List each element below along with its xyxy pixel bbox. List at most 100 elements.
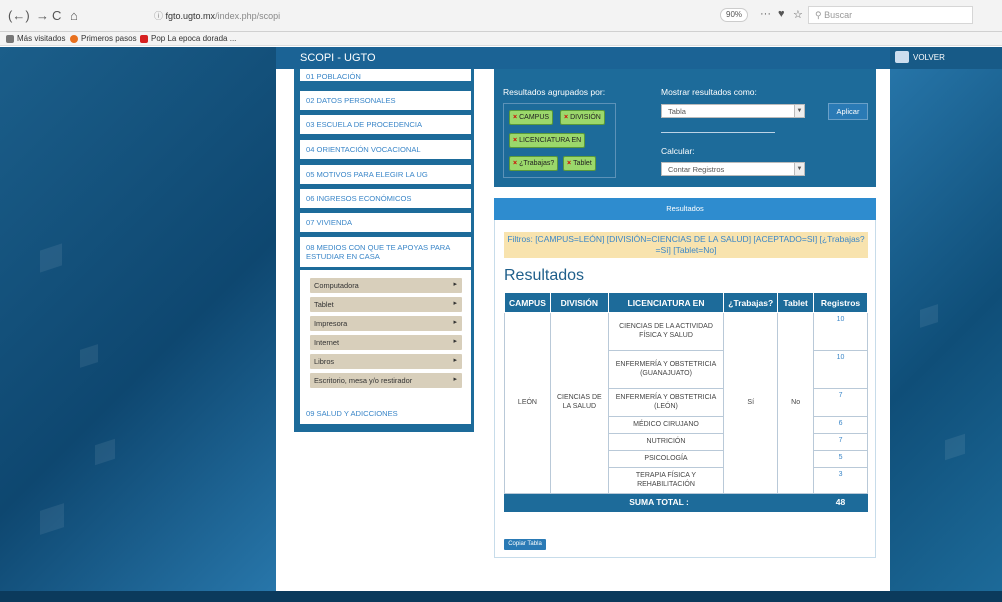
- divider: [661, 132, 775, 133]
- submenu-label: Internet: [314, 338, 340, 347]
- url-path: /index.php/scopi: [215, 11, 281, 21]
- licenciatura-cell: ENFERMERÍA Y OBSTETRICIA (LEÓN): [607, 388, 725, 417]
- total-row: SUMA TOTAL : 48: [503, 493, 868, 512]
- submenu-label: Impresora: [314, 319, 348, 328]
- chip-label: CAMPUS: [519, 114, 550, 121]
- licenciatura-cell: PSICOLOGÍA: [607, 450, 725, 468]
- filters-banner: Filtros: [CAMPUS=LEÓN] [DIVISIÓN=CIENCIA…: [504, 232, 868, 258]
- chip-licenciatura[interactable]: × LICENCIATURA EN: [509, 133, 586, 148]
- chevron-right-icon: ▸: [453, 319, 457, 326]
- total-label: SUMA TOTAL :: [503, 493, 815, 512]
- trabajas-cell: Sí: [723, 312, 779, 494]
- calculate-value: Contar Registros: [668, 165, 725, 174]
- licenciatura-cell: ENFERMERÍA Y OBSTETRICIA (GUANAJUATO): [607, 350, 725, 389]
- sidebar-item-medios[interactable]: 08 MEDIOS CON QUE TE APOYAS PARA ESTUDIA…: [300, 237, 471, 267]
- licenciatura-cell: CIENCIAS DE LA ACTIVIDAD FÍSICA Y SALUD: [607, 312, 725, 351]
- group-by-label: Resultados agrupados por:: [503, 87, 606, 97]
- site-info-icon[interactable]: ⓘ: [154, 11, 163, 21]
- registros-cell: 5: [813, 450, 868, 468]
- bookmark-label: Más visitados: [17, 34, 66, 43]
- chevron-right-icon: ▸: [453, 357, 457, 364]
- reload-icon[interactable]: C: [52, 8, 61, 23]
- sidebar-item-salud[interactable]: 09 SALUD Y ADICCIONES: [300, 404, 471, 424]
- chip-division[interactable]: × DIVISIÓN: [560, 110, 605, 125]
- bookmark-star-icon[interactable]: ☆: [793, 8, 803, 21]
- search-input[interactable]: ⚲ Buscar: [808, 6, 973, 24]
- remove-icon[interactable]: ×: [513, 160, 517, 167]
- registros-cell: 6: [813, 416, 868, 434]
- sidebar-item-ingresos[interactable]: 06 INGRESOS ECONÓMICOS: [300, 189, 471, 208]
- home-icon[interactable]: ⌂: [70, 8, 78, 23]
- sidebar-item-orientacion[interactable]: 04 ORIENTACIÓN VOCACIONAL: [300, 140, 471, 159]
- sidebar-item-datos-personales[interactable]: 02 DATOS PERSONALES: [300, 91, 471, 110]
- submenu-item-escritorio[interactable]: Escritorio, mesa y/o restirador ▸: [310, 373, 462, 388]
- chip-tablet[interactable]: × Tablet: [563, 156, 596, 171]
- more-icon[interactable]: ···: [760, 8, 771, 20]
- chip-label: DIVISIÓN: [570, 114, 601, 121]
- sidebar-item-escuela[interactable]: 03 ESCUELA DE PROCEDENCIA: [300, 115, 471, 134]
- chip-label: ¿Trabajas?: [519, 160, 555, 167]
- volver-button[interactable]: VOLVER: [895, 51, 945, 63]
- apply-button[interactable]: Aplicar: [828, 103, 868, 120]
- registros-cell: 7: [813, 433, 868, 451]
- search-icon: ⚲: [815, 10, 825, 20]
- division-cell: CIENCIAS DE LA SALUD: [549, 312, 609, 494]
- remove-icon[interactable]: ×: [513, 114, 517, 121]
- submenu-item-internet[interactable]: Internet ▸: [310, 335, 462, 350]
- calculate-select[interactable]: Contar Registros ▼: [661, 162, 805, 176]
- decor-square: [40, 503, 64, 535]
- bookmarks-bar: Más visitados Primeros pasos Pop La epoc…: [0, 32, 1002, 46]
- column-header: Tablet: [777, 292, 815, 313]
- submenu-label: Computadora: [314, 281, 359, 290]
- bookmark-primeros-pasos[interactable]: Primeros pasos: [70, 34, 137, 43]
- chevron-right-icon: ▸: [453, 281, 457, 288]
- search-placeholder: Buscar: [824, 10, 853, 20]
- chip-label: LICENCIATURA EN: [519, 137, 582, 144]
- browser-toolbar: (←) → C ⌂ ⓘ fgto.ugto.mx/index.php/scopi…: [0, 0, 1002, 32]
- submenu-item-tablet[interactable]: Tablet ▸: [310, 297, 462, 312]
- remove-icon[interactable]: ×: [513, 137, 517, 144]
- bookmark-mas-visitados[interactable]: Más visitados: [6, 34, 65, 43]
- bookmark-label: Primeros pasos: [81, 34, 137, 43]
- decor-square: [920, 304, 938, 328]
- total-value: 48: [813, 493, 868, 512]
- submenu-item-impresora[interactable]: Impresora ▸: [310, 316, 462, 331]
- chevron-right-icon: ▸: [453, 376, 457, 383]
- submenu-label: Escritorio, mesa y/o restirador: [314, 376, 413, 385]
- column-header: DIVISIÓN: [549, 292, 609, 313]
- submenu-item-computadora[interactable]: Computadora ▸: [310, 278, 462, 293]
- forward-icon[interactable]: →: [36, 8, 49, 23]
- app-title: SCOPI - UGTO: [300, 52, 376, 64]
- submenu-item-libros[interactable]: Libros ▸: [310, 354, 462, 369]
- url-bar[interactable]: ⓘ fgto.ugto.mx/index.php/scopi: [148, 6, 708, 24]
- table-header-row: CAMPUS DIVISIÓN LICENCIATURA EN ¿Trabaja…: [504, 292, 868, 313]
- show-as-select[interactable]: Tabla ▼: [661, 104, 805, 118]
- chip-campus[interactable]: × CAMPUS: [509, 110, 554, 125]
- show-as-value: Tabla: [668, 107, 686, 116]
- tablet-cell: No: [777, 312, 815, 494]
- results-header: Resultados: [494, 198, 876, 220]
- volver-label: VOLVER: [913, 52, 945, 62]
- bookmark-pop[interactable]: Pop La epoca dorada ...: [140, 34, 236, 43]
- submenu-label: Tablet: [314, 300, 334, 309]
- remove-icon[interactable]: ×: [567, 160, 571, 167]
- logo-icon: [895, 51, 909, 63]
- remove-icon[interactable]: ×: [564, 114, 568, 121]
- chip-trabajas[interactable]: × ¿Trabajas?: [509, 156, 559, 171]
- column-header: CAMPUS: [504, 292, 551, 313]
- decor-square: [40, 243, 62, 273]
- registros-cell: 3: [813, 467, 868, 494]
- results-table: CAMPUS DIVISIÓN LICENCIATURA EN ¿Trabaja…: [503, 292, 868, 512]
- registros-cell: 10: [813, 312, 868, 351]
- sidebar-item-motivos[interactable]: 05 MOTIVOS PARA ELEGIR LA UG: [300, 165, 471, 184]
- sidebar-item-vivienda[interactable]: 07 VIVIENDA: [300, 213, 471, 232]
- back-icon[interactable]: (←): [8, 8, 30, 23]
- copy-table-button[interactable]: Copiar Tabla: [504, 539, 546, 550]
- bookmark-label: Pop La epoca dorada ...: [151, 34, 237, 43]
- chevron-down-icon: ▼: [794, 105, 804, 117]
- firefox-icon: [70, 34, 78, 43]
- registros-cell: 10: [813, 350, 868, 389]
- zoom-badge[interactable]: 90%: [720, 8, 749, 22]
- sidebar-item-poblacion[interactable]: 01 POBLACIÓN: [300, 69, 471, 81]
- pocket-icon[interactable]: ♥: [778, 8, 785, 20]
